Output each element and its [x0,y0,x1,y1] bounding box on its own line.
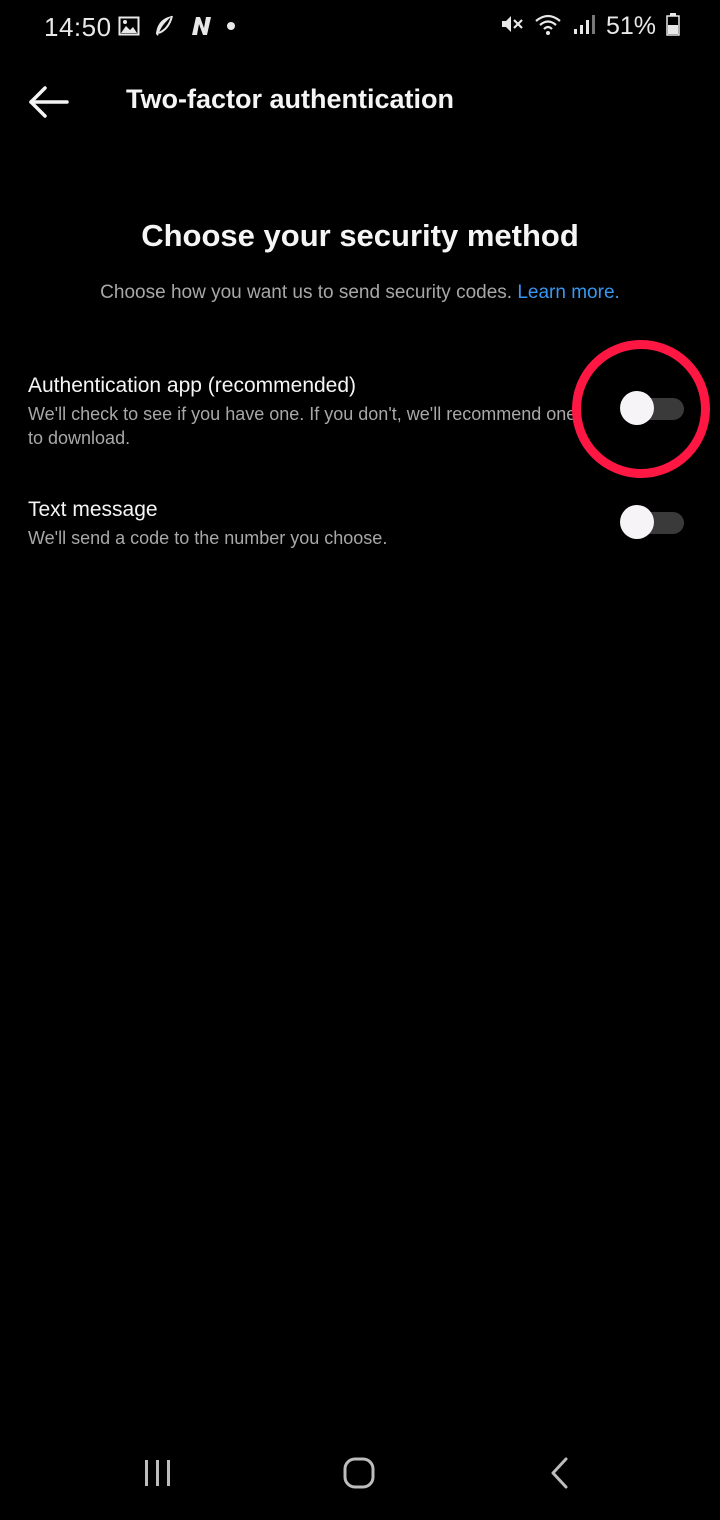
section-subheading: Choose how you want us to send security … [0,282,720,304]
battery-level: 51% [605,12,656,40]
status-system-icons: 51% [500,12,680,41]
gallery-icon [118,15,140,37]
app-bar: Two-factor authentication [0,64,720,144]
option-authentication-app: Authentication app (recommended) We'll c… [28,372,692,450]
option-title: Authentication app (recommended) [28,374,357,397]
toggle-knob [620,391,654,425]
status-bar: 14:50 51% [0,0,720,56]
toggle-knob [620,505,654,539]
signal-icon [572,12,596,41]
back-nav-button[interactable] [530,1450,590,1500]
back-nav-icon [548,1456,572,1495]
navigation-bar [0,1430,720,1520]
feather-icon [152,14,176,38]
option-text-message-text: Text message We'll send a code to the nu… [28,496,596,550]
back-button[interactable] [22,80,74,128]
battery-icon [666,12,680,41]
page-title: Two-factor authentication [126,84,454,114]
recent-apps-button[interactable] [128,1450,188,1500]
option-title: Text message [28,498,158,521]
arrow-left-icon [27,85,69,124]
subheading-text: Choose how you want us to send security … [100,282,513,303]
dot-icon [226,21,236,31]
option-description: We'll check to see if you have one. If y… [28,404,577,448]
learn-more-link[interactable]: Learn more. [517,282,619,303]
home-icon [342,1456,376,1495]
n-app-icon [188,15,214,37]
option-text-message: Text message We'll send a code to the nu… [28,496,692,550]
authentication-app-toggle[interactable] [620,391,684,425]
section-heading: Choose your security method [141,218,579,253]
home-button[interactable] [329,1450,389,1500]
text-message-toggle[interactable] [620,505,684,539]
wifi-icon [534,12,562,41]
status-notification-icons [118,14,236,38]
mute-icon [500,12,524,41]
recent-apps-icon [142,1458,174,1493]
option-description: We'll send a code to the number you choo… [28,528,388,548]
option-authentication-app-text: Authentication app (recommended) We'll c… [28,372,596,450]
status-time: 14:50 [44,12,112,42]
